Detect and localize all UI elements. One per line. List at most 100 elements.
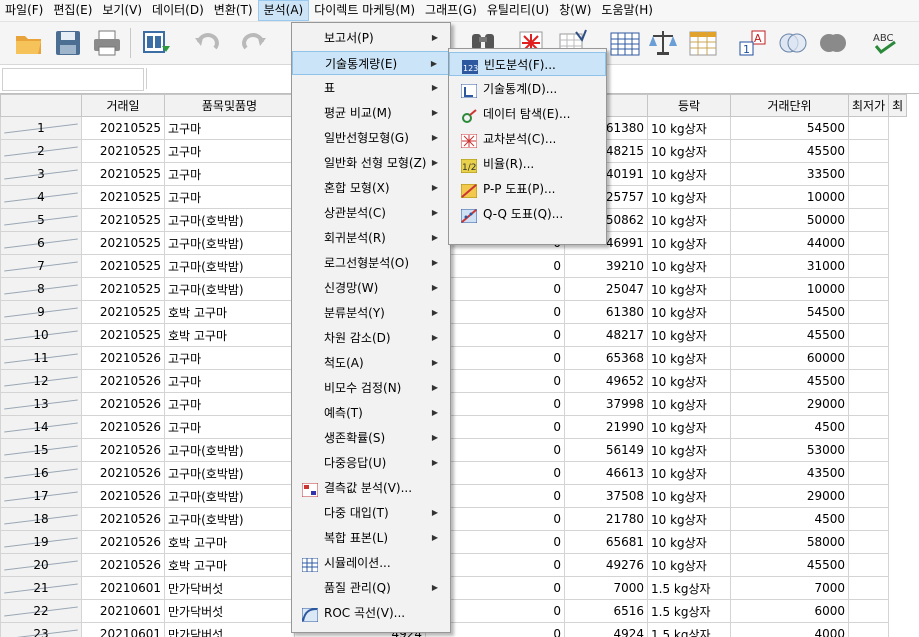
row-header[interactable]: 6	[0, 231, 82, 255]
cell-min[interactable]: 10000	[730, 185, 849, 209]
cell-empty[interactable]	[847, 300, 890, 324]
cell-item[interactable]: 고구마	[164, 392, 295, 416]
menubar-item[interactable]: 보기(V)	[97, 0, 147, 21]
cell-item[interactable]: 고구마(호박밤)	[164, 507, 295, 531]
cell-min[interactable]: 10000	[730, 277, 849, 301]
row-header[interactable]: 18	[0, 507, 82, 531]
cell-empty[interactable]	[847, 484, 890, 508]
cell-unit[interactable]: 10 kg상자	[647, 162, 731, 186]
cell-unit[interactable]: 10 kg상자	[647, 185, 731, 209]
cell-unit[interactable]: 10 kg상자	[647, 208, 731, 232]
cell-item[interactable]: 호박 고구마	[164, 530, 295, 554]
cell-unit[interactable]: 10 kg상자	[647, 323, 731, 347]
cell-min[interactable]: 6000	[730, 599, 849, 623]
row-header[interactable]: 9	[0, 300, 82, 324]
cell-item[interactable]: 고구마(호박밤)	[164, 484, 295, 508]
cell-date[interactable]: 20210525	[81, 300, 165, 324]
cell-unit[interactable]: 10 kg상자	[647, 231, 731, 255]
cell-empty[interactable]	[847, 139, 890, 163]
cell-price[interactable]: 21990	[564, 415, 648, 439]
cell-unit[interactable]: 10 kg상자	[647, 461, 731, 485]
cell-date[interactable]: 20210525	[81, 208, 165, 232]
descriptives-menu-item[interactable]: 기술통계(D)...	[449, 77, 606, 101]
cell-price[interactable]: 4924	[564, 622, 648, 637]
cell-empty[interactable]	[847, 576, 890, 600]
analyze-menu-item[interactable]: 다중응답(U) ▶	[292, 451, 450, 475]
analyze-menu-item[interactable]: 표 ▶	[292, 76, 450, 100]
cell-unit[interactable]: 10 kg상자	[647, 530, 731, 554]
save-icon[interactable]	[53, 28, 83, 58]
cell-date[interactable]: 20210526	[81, 392, 165, 416]
cell-unit[interactable]: 10 kg상자	[647, 369, 731, 393]
cell-empty[interactable]	[847, 162, 890, 186]
menubar-item[interactable]: 창(W)	[554, 0, 596, 21]
cell-price[interactable]: 65681	[564, 530, 648, 554]
cell-date[interactable]: 20210526	[81, 553, 165, 577]
cell-unit[interactable]: 10 kg상자	[647, 415, 731, 439]
cell-empty[interactable]	[847, 392, 890, 416]
cell-min[interactable]: 53000	[730, 438, 849, 462]
menubar-item[interactable]: 변환(T)	[209, 0, 258, 21]
cell-date[interactable]: 20210526	[81, 438, 165, 462]
menubar-item[interactable]: 그래프(G)	[420, 0, 482, 21]
cell-price[interactable]: 61380	[564, 300, 648, 324]
cell-empty[interactable]	[847, 323, 890, 347]
cell-item[interactable]: 만가닥버섯	[164, 622, 295, 637]
menubar-item[interactable]: 편집(E)	[48, 0, 97, 21]
cell-date[interactable]: 20210526	[81, 507, 165, 531]
row-header[interactable]: 15	[0, 438, 82, 462]
cell-unit[interactable]: 10 kg상자	[647, 116, 731, 140]
cell-date[interactable]: 20210526	[81, 484, 165, 508]
column-header[interactable]: 거래일	[81, 94, 165, 117]
menubar-item[interactable]: 분석(A)	[257, 0, 310, 21]
cell-item[interactable]: 고구마	[164, 116, 295, 140]
cell-empty[interactable]	[847, 438, 890, 462]
value-labels-icon[interactable]: A1	[738, 28, 768, 58]
cell-price[interactable]: 37508	[564, 484, 648, 508]
analyze-menu-item[interactable]: 결측값 분석(V)...	[292, 476, 450, 500]
menubar-item[interactable]: 유틸리티(U)	[482, 0, 554, 21]
cell-date[interactable]: 20210525	[81, 254, 165, 278]
cell-price[interactable]: 7000	[564, 576, 648, 600]
cell-min[interactable]: 54500	[730, 300, 849, 324]
row-header[interactable]: 19	[0, 530, 82, 554]
cell-unit[interactable]: 1.5 kg상자	[647, 599, 731, 623]
analyze-menu-item[interactable]: 다중 대입(T) ▶	[292, 501, 450, 525]
analyze-menu-item[interactable]: 로그선형분석(O) ▶	[292, 251, 450, 275]
analyze-menu-item[interactable]: 시뮬레이션...	[292, 551, 450, 575]
cell-item[interactable]: 고구마(호박밤)	[164, 277, 295, 301]
cell-item[interactable]: 만가닥버섯	[164, 599, 295, 623]
cell-date[interactable]: 20210525	[81, 139, 165, 163]
analyze-menu-item[interactable]: 보고서(P) ▶	[292, 26, 450, 50]
cell-price[interactable]: 49276	[564, 553, 648, 577]
row-header[interactable]: 16	[0, 461, 82, 485]
dialog-recall-icon[interactable]	[142, 28, 172, 58]
cell-price[interactable]: 6516	[564, 599, 648, 623]
cell-price[interactable]: 49652	[564, 369, 648, 393]
cell-price[interactable]: 39210	[564, 254, 648, 278]
analyze-menu-item[interactable]: 복합 표본(L) ▶	[292, 526, 450, 550]
row-header[interactable]: 20	[0, 553, 82, 577]
row-header[interactable]: 14	[0, 415, 82, 439]
cell-empty[interactable]	[847, 231, 890, 255]
cell-date[interactable]: 20210525	[81, 231, 165, 255]
cell-price[interactable]: 37998	[564, 392, 648, 416]
cell-item[interactable]: 고구마	[164, 139, 295, 163]
cell-min[interactable]: 45500	[730, 323, 849, 347]
cell-min[interactable]: 44000	[730, 231, 849, 255]
cell-empty[interactable]	[847, 346, 890, 370]
cell-empty[interactable]	[847, 254, 890, 278]
menubar-item[interactable]: 다이렉트 마케팅(M)	[309, 0, 420, 21]
cell-date[interactable]: 20210601	[81, 599, 165, 623]
cell-date[interactable]: 20210601	[81, 576, 165, 600]
row-header[interactable]: 21	[0, 576, 82, 600]
cell-min[interactable]: 58000	[730, 530, 849, 554]
cell-empty[interactable]	[847, 185, 890, 209]
descriptives-menu-item[interactable]: 데이터 탐색(E)...	[449, 102, 606, 126]
column-header[interactable]: 거래단위	[730, 94, 849, 117]
cell-unit[interactable]: 10 kg상자	[647, 392, 731, 416]
cell-price[interactable]: 21780	[564, 507, 648, 531]
cell-item[interactable]: 고구마(호박밤)	[164, 461, 295, 485]
menubar-item[interactable]: 데이터(D)	[147, 0, 209, 21]
cell-empty[interactable]	[847, 116, 890, 140]
